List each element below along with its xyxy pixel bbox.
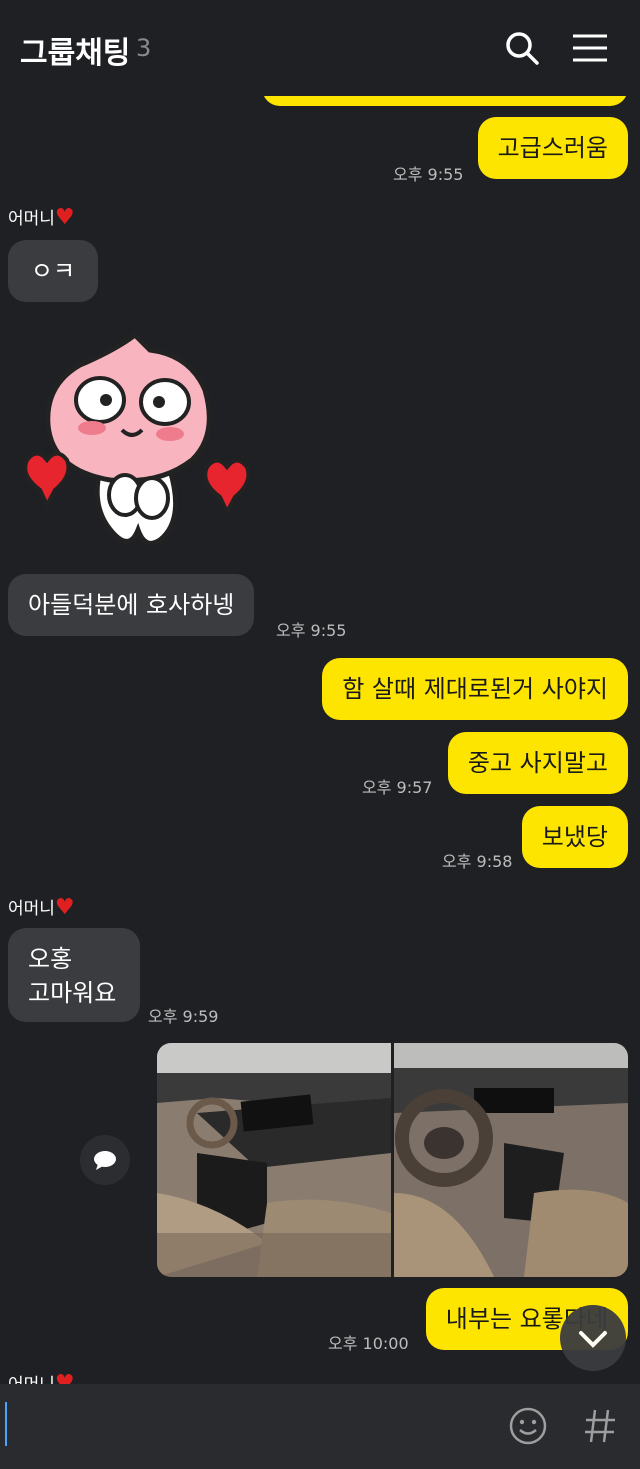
message-time: 오후 9:55 <box>393 165 464 184</box>
message-bubble[interactable]: 중고 사지말고 <box>447 732 628 794</box>
text-cursor <box>5 1402 7 1446</box>
heart-icon: ♥ <box>54 205 75 230</box>
apeach-sticker[interactable] <box>20 330 251 555</box>
message-input-bar <box>0 1384 640 1469</box>
photo-car-interior-dashboard[interactable] <box>157 1043 391 1277</box>
sender-name[interactable]: 어머니♥ <box>8 894 75 920</box>
message-time: 오후 9:55 <box>276 621 347 640</box>
message-bubble[interactable]: 오홍 고마워요 <box>8 928 140 1022</box>
sender-name[interactable]: 어머니♥ <box>8 1370 75 1384</box>
speech-bubble-icon <box>94 1151 116 1170</box>
search-button[interactable] <box>504 30 540 66</box>
heart-icon: ♥ <box>54 1371 75 1384</box>
emoticon-button[interactable] <box>508 1406 548 1446</box>
message-time: 오후 10:00 <box>328 1334 409 1353</box>
sender-name[interactable]: 어머니♥ <box>8 204 75 230</box>
hashtag-icon <box>585 1409 615 1443</box>
message-bubble[interactable]: ㅇㅋ <box>8 240 98 302</box>
message-bubble[interactable]: 보냈당 <box>521 806 628 868</box>
message-bubble[interactable]: 아들덕분에 호사하넹 <box>8 574 255 636</box>
message-bubble[interactable]: 함 살때 제대로된거 사야지 <box>322 658 628 720</box>
member-count: 3 <box>136 34 152 62</box>
search-icon <box>506 32 539 65</box>
heart-icon: ♥ <box>54 895 75 920</box>
sender-label: 어머니 <box>8 899 55 919</box>
menu-icon <box>573 34 607 62</box>
photo-car-interior-steering-wheel[interactable] <box>394 1043 628 1277</box>
sender-label: 어머니 <box>8 1375 55 1384</box>
chevron-down-icon <box>579 1331 607 1348</box>
sender-label: 어머니 <box>8 209 55 229</box>
chat-title: 그룹채팅 <box>20 36 131 71</box>
chat-header: 그룹채팅 3 <box>0 0 640 96</box>
message-time: 오후 9:58 <box>442 852 513 871</box>
menu-button[interactable] <box>572 30 608 66</box>
chat-area[interactable]: 고급스러움 오후 9:55 어머니♥ ㅇㅋ 아들덕분에 호사하넹 오후 9:55… <box>0 0 640 1384</box>
hashtag-button[interactable] <box>582 1406 618 1446</box>
message-bubble[interactable]: 고급스러움 <box>477 117 628 179</box>
share-button[interactable] <box>80 1135 130 1185</box>
message-time: 오후 9:59 <box>148 1007 219 1026</box>
scroll-to-bottom-button[interactable] <box>560 1305 626 1371</box>
message-input[interactable] <box>0 1384 490 1469</box>
smiley-icon <box>509 1407 547 1445</box>
message-time: 오후 9:57 <box>362 778 433 797</box>
